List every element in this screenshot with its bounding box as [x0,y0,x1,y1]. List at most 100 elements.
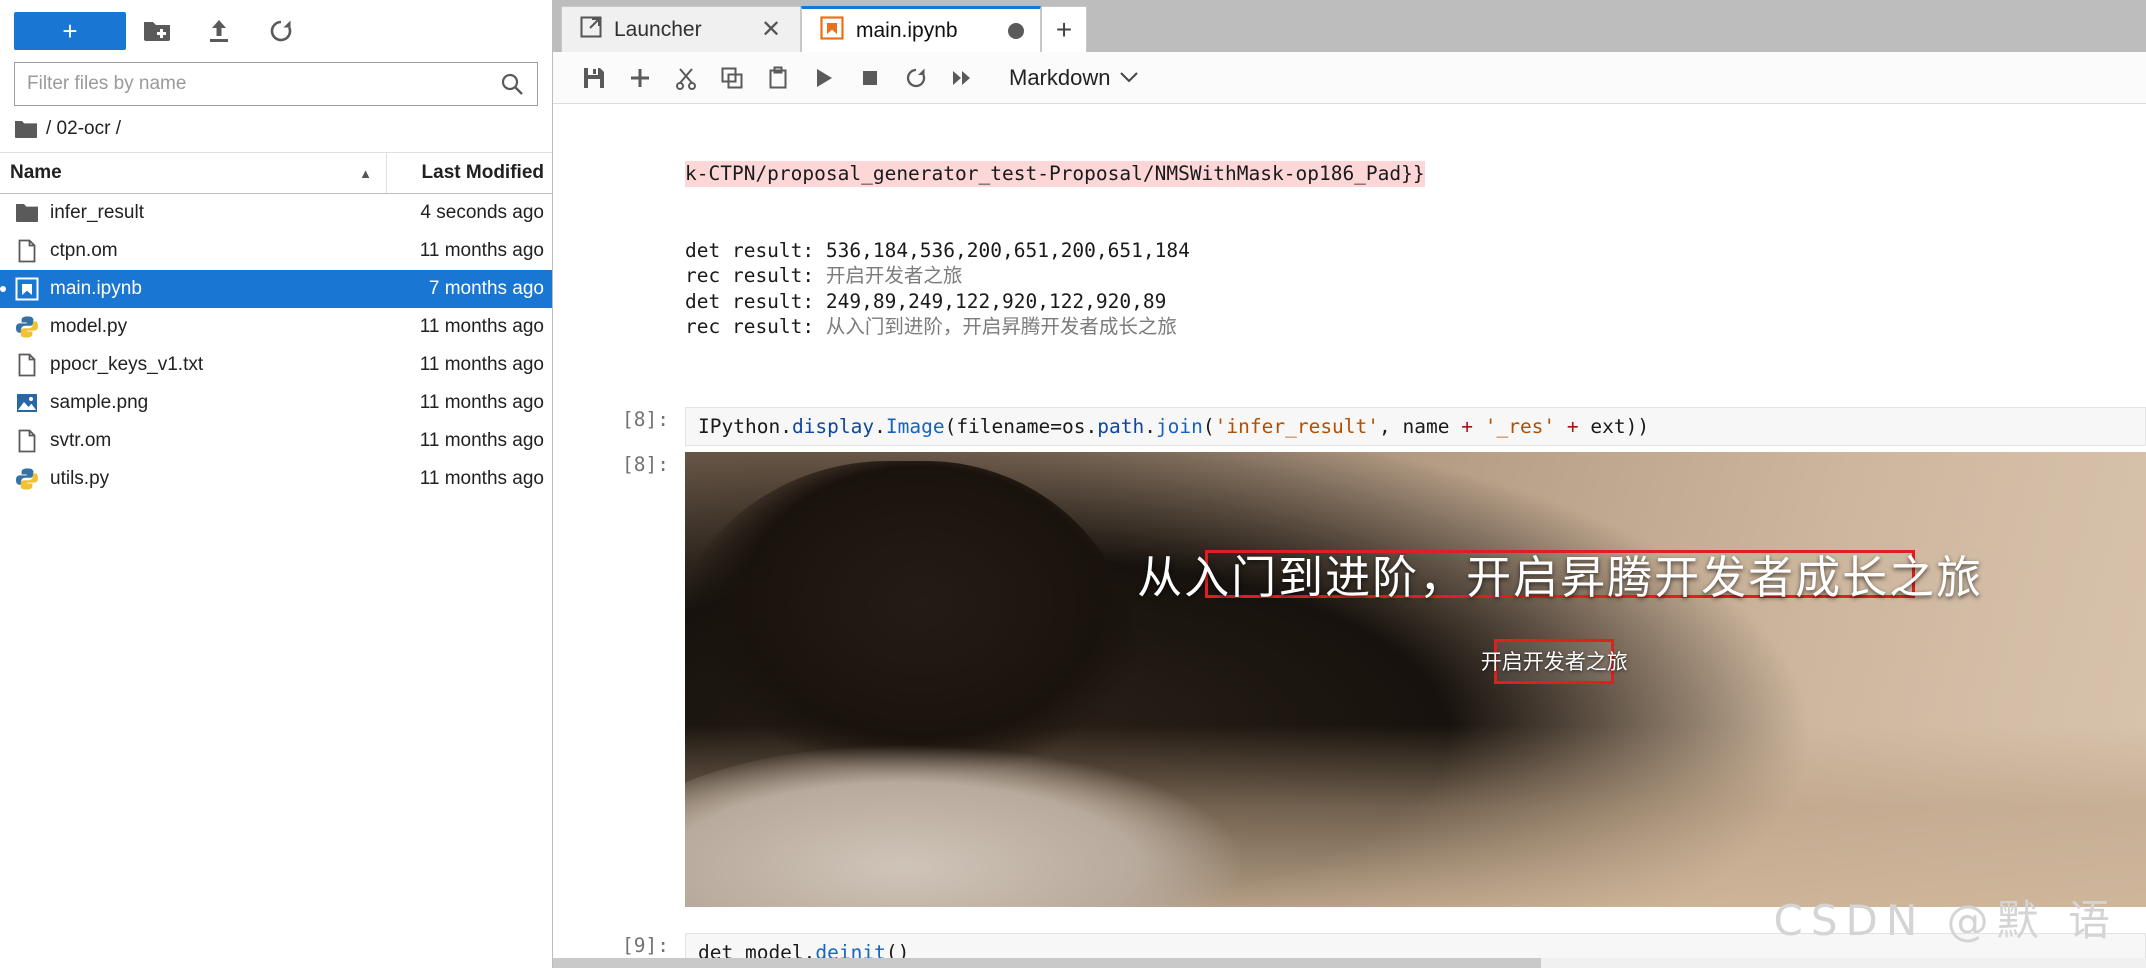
file-name-label: model.py [50,316,128,337]
code-editor-8[interactable]: IPython.display.Image(filename=os.path.j… [685,406,2146,446]
output-text-top: k-CTPN/proposal_generator_test-Proposal/… [685,110,2146,393]
run-icon[interactable] [801,55,847,101]
main-dock-area: Launcher ✕ main.ipynb + Markdown k-CTPN/… [553,0,2146,968]
file-row-svtr-om[interactable]: svtr.om 11 months ago [0,422,552,460]
code-token: . [1144,414,1156,438]
file-modified-label: 11 months ago [419,316,544,337]
save-icon[interactable] [571,55,617,101]
code-token: , name [1379,414,1462,438]
cell-type-dropdown[interactable]: Markdown [1003,61,1144,95]
code-token: Image [885,414,945,438]
output-line-value: 249,89,249,122,920,122,920,89 [825,289,1167,313]
output-line-value: 从入门到进阶，开启昇腾开发者成长之旅 [825,315,1177,338]
file-browser-toolbar: + [0,0,552,58]
notebook-icon [820,15,844,46]
image-output-cell-8: [8]: 从入门到进阶，开启昇腾开发者成长之旅 开启开发者之旅 [553,452,2146,907]
search-input[interactable] [15,73,495,95]
stop-icon[interactable] [847,55,893,101]
input-prompt-8: [8]: [622,407,669,431]
notebook-scroll-area[interactable]: k-CTPN/proposal_generator_test-Proposal/… [553,104,2146,968]
image-icon [10,391,44,415]
file-modified-label: 4 seconds ago [420,202,544,223]
output-line-label: rec result: [685,315,826,338]
output-line-label: rec result: [685,264,826,287]
file-name-label: sample.png [50,392,149,413]
output-line-value: 开启开发者之旅 [825,264,963,287]
tab-launcher-label: Launcher [614,17,702,41]
output-line-label: det result: [685,238,826,262]
file-row-model-py[interactable]: model.py 11 months ago [0,308,552,346]
new-tab-button[interactable]: + [1041,6,1087,52]
code-token: . [780,414,792,438]
output-line-value: 536,184,536,200,651,200,651,184 [825,238,1190,262]
output-prompt-8: [8]: [622,453,669,476]
copy-icon[interactable] [709,55,755,101]
code-token: . [1085,414,1098,438]
close-icon[interactable]: ✕ [758,17,784,43]
stream-output-top: k-CTPN/proposal_generator_test-Proposal/… [553,104,2146,393]
paste-icon[interactable] [755,55,801,101]
breadcrumb[interactable]: / 02-ocr / [0,106,552,152]
folder-icon [14,119,38,139]
file-modified-label: 11 months ago [419,430,544,451]
code-token: join [1155,414,1203,438]
upload-icon[interactable] [188,12,250,50]
code-cell-8[interactable]: [8]: IPython.display.Image(filename=os.p… [553,406,2146,446]
horizontal-scrollbar[interactable] [553,958,2146,968]
unsaved-changes-indicator[interactable] [1008,22,1024,39]
code-token: + [1566,414,1579,438]
file-row-infer-result[interactable]: infer_result 4 seconds ago [0,194,552,232]
file-modified-label: 11 months ago [419,392,544,413]
file-row-main-ipynb[interactable]: main.ipynb 7 months ago [0,270,552,308]
sort-ascending-icon: ▲ [359,165,372,181]
output-line-label: det result: [685,289,826,313]
new-folder-icon[interactable] [126,12,188,50]
file-row-sample-png[interactable]: sample.png 11 months ago [0,384,552,422]
folder-icon [10,201,44,225]
refresh-icon[interactable] [250,12,312,50]
file-modified-label: 11 months ago [419,240,544,261]
ocr-result-image-wrap: 从入门到进阶，开启昇腾开发者成长之旅 开启开发者之旅 [685,452,2146,907]
code-token: 'infer_result' [1214,414,1380,438]
tab-launcher[interactable]: Launcher ✕ [561,6,801,52]
file-row-ppocr-keys-v1-txt[interactable]: ppocr_keys_v1.txt 11 months ago [0,346,552,384]
insert-cell-icon[interactable] [617,55,663,101]
file-name-label: ppocr_keys_v1.txt [50,354,204,375]
code-token: IPython [698,414,781,438]
file-icon [10,429,44,453]
code-token: '_res' [1484,414,1556,438]
file-name-label: infer_result [50,202,144,223]
breadcrumb-path[interactable]: / 02-ocr / [46,118,121,140]
file-modified-label: 11 months ago [419,354,544,375]
output-prompt-blank [553,110,685,393]
file-row-utils-py[interactable]: utils.py 11 months ago [0,460,552,498]
selection-indicator [0,286,6,292]
code-token: ext)) [1578,414,1650,438]
file-row-ctpn-om[interactable]: ctpn.om 11 months ago [0,232,552,270]
new-launcher-button[interactable]: + [14,12,126,50]
notebook-cells: k-CTPN/proposal_generator_test-Proposal/… [553,104,2146,968]
code-token: (filename=os [944,414,1086,438]
code-token: path [1097,414,1145,438]
column-header-last-modified[interactable]: Last Modified [387,162,552,184]
file-list: infer_result 4 seconds ago ctpn.om 11 month… [0,194,552,968]
python-icon [10,315,44,339]
column-header-name[interactable]: Name ▲ [0,153,387,193]
file-icon [10,239,44,263]
file-list-header: Name ▲ Last Modified [0,152,552,194]
tab-main-ipynb[interactable]: main.ipynb [801,6,1041,52]
tab-main-ipynb-label: main.ipynb [856,18,958,42]
column-header-name-label: Name [10,162,62,183]
restart-kernel-icon[interactable] [893,55,939,101]
notebook-icon [10,277,44,301]
output-line: det result: 536,184,536,200,651,200,651,… [685,238,2146,264]
cut-icon[interactable] [663,55,709,101]
launcher-icon [580,16,602,44]
restart-run-all-icon[interactable] [939,55,985,101]
scrollbar-thumb[interactable] [553,958,1541,968]
code-token: + [1461,414,1473,438]
title-detection-text: 从入门到进阶，开启昇腾开发者成长之旅 [1137,551,1984,605]
filter-files-field[interactable] [14,62,538,106]
file-modified-label: 7 months ago [428,278,544,299]
